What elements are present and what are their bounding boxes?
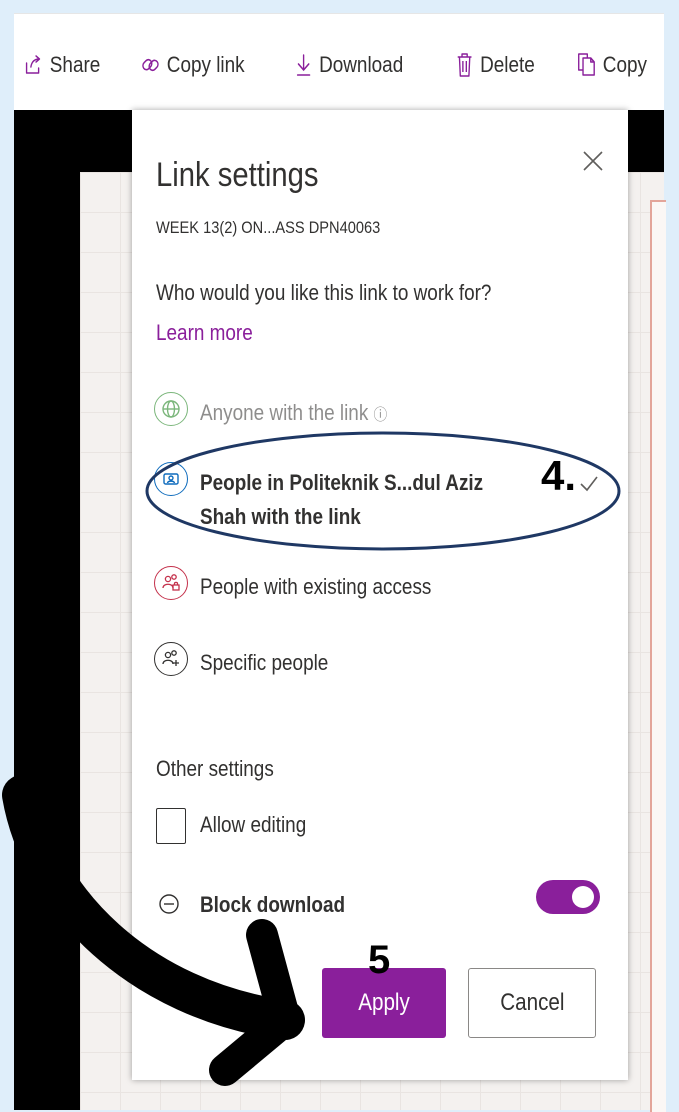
option-organization-label-line2: Shah with the link [200, 504, 361, 529]
command-bar: Share Copy link Download Delete Copy [14, 13, 664, 111]
organization-icon [154, 462, 188, 496]
download-button[interactable]: Download [295, 52, 403, 78]
option-anyone[interactable]: Anyone with the link ⓘ [154, 392, 418, 433]
copy-label: Copy [602, 52, 647, 77]
copy-icon [578, 53, 595, 76]
file-name: WEEK 13(2) ON...ASS DPN40063 [156, 218, 381, 237]
option-organization-label: People in Politeknik S...dul Aziz Shah w… [200, 466, 529, 534]
delete-label: Delete [480, 52, 535, 77]
globe-icon [154, 392, 188, 426]
option-existing-access-label: People with existing access [200, 574, 432, 599]
delete-button[interactable]: Delete [456, 52, 535, 78]
link-settings-dialog: Link settings WEEK 13(2) ON...ASS DPN400… [132, 110, 628, 1080]
allow-editing-checkbox[interactable] [156, 808, 186, 844]
option-specific-people-label: Specific people [200, 650, 329, 675]
share-label: Share [49, 52, 101, 77]
copy-link-button[interactable]: Copy link [141, 52, 245, 78]
option-specific-people[interactable]: Specific people [154, 642, 349, 680]
option-organization-label-line1: People in Politeknik S...dul Aziz [200, 470, 484, 495]
block-download-label: Block download [200, 892, 346, 917]
block-download-icon [159, 894, 179, 914]
slide-preview-edge [650, 200, 666, 1112]
step-5-annotation: 5 [368, 938, 391, 982]
share-icon [25, 55, 41, 74]
download-icon [296, 54, 311, 76]
download-label: Download [319, 52, 404, 77]
share-button[interactable]: Share [24, 52, 100, 78]
audience-question: Who would you like this link to work for… [156, 280, 492, 305]
people-lock-icon [154, 566, 188, 600]
block-download-toggle[interactable] [536, 880, 600, 914]
other-settings-heading: Other settings [156, 756, 274, 781]
cancel-label: Cancel [499, 989, 565, 1016]
step-4-annotation: 4. [541, 452, 577, 499]
allow-editing-label: Allow editing [200, 812, 307, 837]
info-icon[interactable]: ⓘ [374, 407, 388, 424]
close-icon[interactable] [578, 146, 608, 176]
option-anyone-label: Anyone with the link ⓘ [200, 400, 388, 425]
toggle-knob [572, 886, 594, 908]
cancel-button[interactable]: Cancel [468, 968, 596, 1038]
link-icon [142, 58, 159, 72]
copy-button[interactable]: Copy [577, 52, 647, 78]
copy-link-label: Copy link [166, 52, 245, 77]
checkmark-icon [580, 476, 598, 492]
learn-more-link[interactable]: Learn more [156, 320, 253, 346]
trash-icon [457, 53, 472, 77]
dialog-title: Link settings [156, 156, 319, 194]
option-existing-access[interactable]: People with existing access [154, 566, 469, 604]
apply-label: Apply [358, 989, 410, 1016]
option-organization[interactable]: People in Politeknik S...dul Aziz Shah w… [154, 462, 529, 534]
people-add-icon [154, 642, 188, 676]
